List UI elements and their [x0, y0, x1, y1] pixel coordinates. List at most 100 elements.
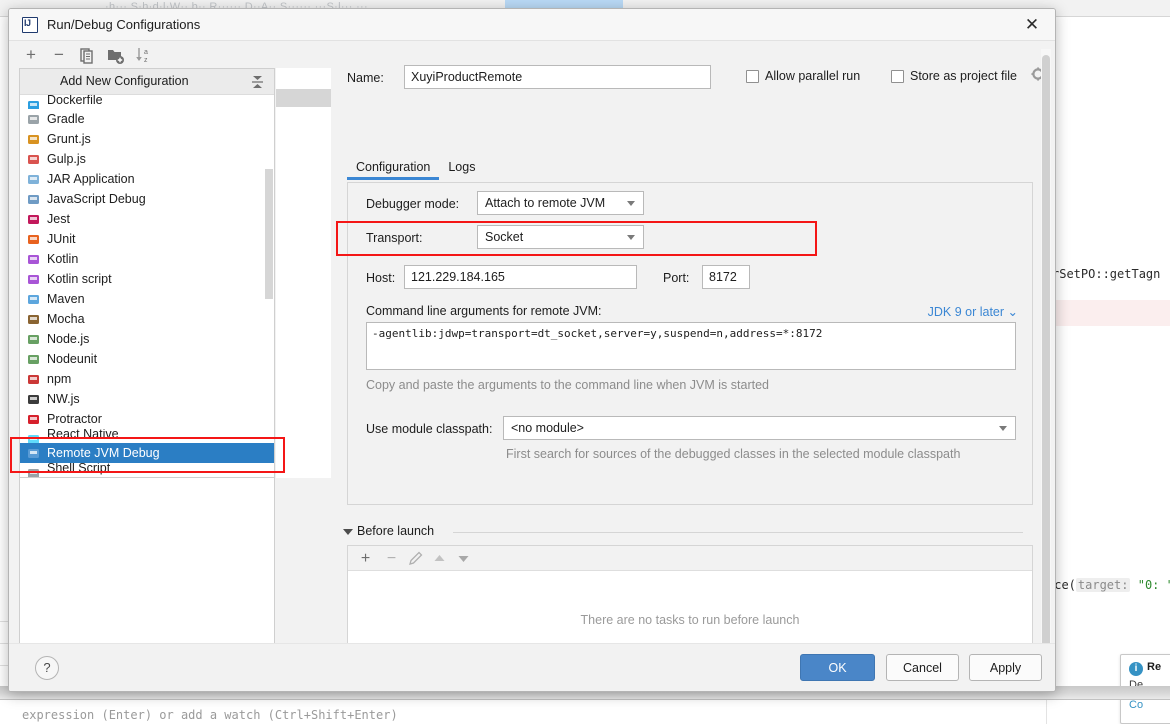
config-type-item[interactable]: JAR Application — [20, 169, 274, 189]
svg-text:z: z — [144, 57, 148, 64]
ide-watch-hint: expression (Enter) or add a watch (Ctrl+… — [22, 708, 398, 722]
add-configuration-button[interactable]: + — [21, 45, 41, 65]
config-type-label: Mocha — [47, 312, 85, 326]
arrow-up-icon — [434, 555, 445, 561]
dialog-title: Run/Debug Configurations — [47, 17, 201, 32]
configuration-name-input[interactable] — [404, 65, 711, 89]
remove-configuration-button[interactable]: − — [49, 45, 69, 65]
add-new-configuration-popup: Add New Configuration Dockerfile Gradle Gr… — [19, 68, 275, 478]
config-type-item[interactable]: Protractor — [20, 409, 274, 429]
copy-icon — [80, 48, 93, 64]
port-input[interactable] — [702, 265, 750, 289]
dialog-title-bar: Run/Debug Configurations ✕ — [9, 9, 1055, 41]
jdk-version-label: JDK 9 or later — [927, 305, 1005, 319]
config-type-item[interactable]: Mocha — [20, 309, 274, 329]
config-type-label: Protractor — [47, 412, 102, 426]
add-task-button[interactable]: + — [356, 549, 375, 568]
nodejs-icon — [26, 332, 41, 347]
remove-task-button[interactable]: − — [382, 549, 401, 568]
debugger-mode-select[interactable]: Attach to remote JVM — [477, 191, 644, 215]
config-type-item[interactable]: Node.js — [20, 329, 274, 349]
gulp-icon — [26, 152, 41, 167]
svg-text:a: a — [144, 49, 148, 56]
config-type-item[interactable]: Gradle — [20, 109, 274, 129]
jdk-version-selector[interactable]: JDK 9 or later ⌄ — [928, 304, 1018, 319]
left-pane-side-column — [276, 68, 331, 478]
chevron-down-icon — [627, 235, 635, 240]
copy-configuration-button[interactable] — [77, 45, 97, 65]
config-type-item[interactable]: Remote JVM Debug — [20, 443, 274, 463]
config-type-item[interactable]: JUnit — [20, 229, 274, 249]
configuration-type-list[interactable]: Dockerfile Gradle Grunt.js Gulp.js JAR Appli… — [20, 95, 274, 477]
ide-code-line-1: rSetPO::getTagn — [1052, 267, 1161, 281]
arrow-down-icon — [458, 556, 469, 562]
config-type-item[interactable]: Dockerfile — [20, 95, 274, 109]
use-module-classpath-label: Use module classpath: — [366, 422, 493, 436]
configurations-left-pane: + − a z Add New Configuration Dockerfile… — [9, 41, 331, 691]
before-launch-header: Before launch — [343, 524, 1023, 540]
host-label: Host: — [366, 271, 396, 285]
port-label: Port: — [663, 271, 690, 285]
config-type-item[interactable]: npm — [20, 369, 274, 389]
configuration-list-scrollbar[interactable] — [265, 169, 273, 299]
intellij-logo-icon — [22, 17, 38, 33]
config-type-item[interactable]: React Native — [20, 429, 274, 443]
config-type-item[interactable]: Jest — [20, 209, 274, 229]
move-task-down-button[interactable] — [454, 549, 473, 568]
right-pane-scrollbar-thumb[interactable] — [1042, 55, 1050, 647]
store-as-project-file-checkbox[interactable] — [891, 70, 904, 83]
close-icon[interactable]: ✕ — [1023, 16, 1041, 34]
config-type-item[interactable]: JavaScript Debug — [20, 189, 274, 209]
move-into-folder-button[interactable] — [105, 45, 125, 65]
mocha-icon — [26, 312, 41, 327]
move-task-up-button[interactable] — [430, 549, 449, 568]
edit-task-button[interactable] — [406, 549, 425, 568]
allow-parallel-run-label: Allow parallel run — [765, 69, 861, 83]
config-type-item[interactable]: Nodeunit — [20, 349, 274, 369]
config-type-label: JAR Application — [47, 172, 135, 186]
module-classpath-select[interactable]: <no module> — [503, 416, 1016, 440]
npm-icon — [26, 372, 41, 387]
config-type-label: Grunt.js — [47, 132, 91, 146]
tab-configuration[interactable]: Configuration — [347, 156, 440, 180]
command-line-args-hint: Copy and paste the arguments to the comm… — [366, 378, 769, 392]
before-launch-toolbar: + − — [348, 546, 1032, 571]
add-new-configuration-title: Add New Configuration — [60, 74, 189, 88]
config-type-label: Nodeunit — [47, 352, 98, 366]
sort-configurations-button[interactable]: a z — [133, 45, 153, 65]
config-type-item[interactable]: Grunt.js — [20, 129, 274, 149]
ide-code-line-2-param: target: — [1075, 578, 1131, 592]
help-button[interactable]: ? — [35, 656, 59, 680]
protractor-icon — [26, 412, 41, 427]
module-classpath-value: <no module> — [511, 421, 584, 435]
command-line-args-textarea[interactable]: -agentlib:jdwp=transport=dt_socket,serve… — [366, 322, 1016, 370]
ide-code-line-2-string: "0: " — [1137, 578, 1170, 592]
apply-button[interactable]: Apply — [969, 654, 1042, 681]
host-input[interactable] — [404, 265, 637, 289]
configurations-toolbar: + − a z — [9, 41, 331, 68]
before-launch-divider — [453, 532, 1023, 533]
jest-icon — [26, 212, 41, 227]
transport-select[interactable]: Socket — [477, 225, 644, 249]
ok-button[interactable]: OK — [800, 654, 875, 681]
chevron-down-icon[interactable] — [343, 529, 353, 535]
ide-tooltip-link[interactable]: Co — [1129, 699, 1143, 711]
config-type-item[interactable]: Shell Script — [20, 463, 274, 477]
debugger-mode-value: Attach to remote JVM — [485, 196, 606, 210]
ide-tooltip-title: Re — [1147, 661, 1162, 673]
tab-logs[interactable]: Logs — [439, 156, 484, 180]
config-type-label: Gradle — [47, 112, 85, 126]
chevron-down-icon — [627, 201, 635, 206]
configuration-tabs[interactable]: Configuration Logs — [347, 156, 484, 183]
config-type-item[interactable]: Gulp.js — [20, 149, 274, 169]
cancel-button[interactable]: Cancel — [886, 654, 959, 681]
config-type-item[interactable]: Kotlin — [20, 249, 274, 269]
collapse-expand-icon[interactable] — [251, 75, 264, 89]
config-type-item[interactable]: NW.js — [20, 389, 274, 409]
module-classpath-hint: First search for sources of the debugged… — [506, 447, 961, 461]
config-type-item[interactable]: Maven — [20, 289, 274, 309]
allow-parallel-run-checkbox[interactable] — [746, 70, 759, 83]
folder-add-icon — [108, 50, 124, 64]
config-type-item[interactable]: Kotlin script — [20, 269, 274, 289]
config-type-label: Kotlin — [47, 252, 79, 266]
